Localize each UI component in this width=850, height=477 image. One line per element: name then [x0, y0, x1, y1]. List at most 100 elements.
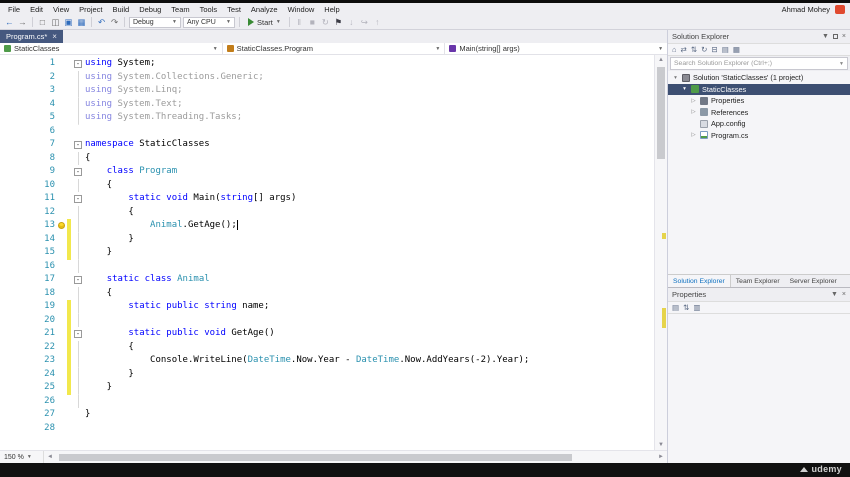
code-line-15[interactable]: 15 }	[0, 246, 654, 260]
panel-tab-server-explorer[interactable]: Server Explorer	[785, 275, 842, 287]
code-line-3[interactable]: 3 using System.Linq;	[0, 84, 654, 98]
type-dropdown[interactable]: StaticClasses.Program ▼	[223, 43, 446, 54]
undo-icon[interactable]: ↶	[96, 16, 107, 28]
horizontal-scrollbar[interactable]	[57, 453, 654, 462]
zoom-control[interactable]: 150 % ▼	[0, 451, 44, 463]
chevron-down-icon[interactable]: ▼	[831, 291, 838, 298]
quick-action-lightbulb-icon[interactable]	[58, 222, 65, 230]
platform-dropdown[interactable]: Any CPU ▼	[183, 16, 235, 28]
tree-item-program-cs[interactable]: ▷ Program.cs	[668, 130, 850, 142]
user-avatar-icon[interactable]	[835, 4, 845, 14]
expander-icon[interactable]: ▾	[672, 75, 679, 81]
horizontal-scrollbar-thumb[interactable]	[59, 453, 573, 461]
restart-icon[interactable]: ↻	[320, 16, 331, 28]
expander-icon[interactable]: ▷	[690, 132, 697, 138]
code-line-14[interactable]: 14 }	[0, 232, 654, 246]
expander-icon[interactable]: ▾	[681, 86, 688, 92]
stop-icon[interactable]: ■	[307, 16, 318, 28]
close-icon[interactable]: ×	[842, 291, 846, 298]
collapse-all-icon[interactable]: ⊟	[711, 46, 717, 54]
tree-item-app-config[interactable]: App.config	[668, 118, 850, 130]
new-project-icon[interactable]: □	[37, 16, 48, 28]
code-line-24[interactable]: 24 }	[0, 367, 654, 381]
open-file-icon[interactable]: ◫	[50, 16, 61, 28]
scroll-up-icon[interactable]: ▲	[658, 55, 664, 65]
view-properties-icon[interactable]: ▦	[733, 46, 740, 54]
code-line-2[interactable]: 2 using System.Collections.Generic;	[0, 70, 654, 84]
code-line-5[interactable]: 5 using System.Threading.Tasks;	[0, 111, 654, 125]
code-line-27[interactable]: 27}	[0, 408, 654, 422]
tree-item-solution-staticclasses-1-project[interactable]: ▾ Solution 'StaticClasses' (1 project)	[668, 72, 850, 84]
debug-configuration-dropdown[interactable]: Debug ▼	[129, 16, 181, 28]
code-line-6[interactable]: 6	[0, 125, 654, 139]
tree-item-references[interactable]: ▷ References	[668, 107, 850, 119]
code-line-4[interactable]: 4 using System.Text;	[0, 97, 654, 111]
search-input[interactable]: Search Solution Explorer (Ctrl+;) ▼	[670, 57, 848, 70]
code-area[interactable]: 1- using System; 2 using System.Collections…	[0, 55, 654, 450]
back-icon[interactable]: ←	[4, 16, 15, 28]
forward-icon[interactable]: →	[17, 16, 28, 28]
switch-views-icon[interactable]: ⇄	[681, 46, 687, 54]
categorized-icon[interactable]: ▤	[672, 304, 679, 312]
code-line-17[interactable]: 17 - static class Animal	[0, 273, 654, 287]
tab-program-cs[interactable]: Program.cs* ×	[0, 30, 63, 43]
step-over-icon[interactable]: ↪	[359, 16, 370, 28]
pin-icon[interactable]	[832, 34, 838, 39]
collapse-region-icon[interactable]: -	[74, 275, 82, 284]
menu-team[interactable]: Team	[166, 5, 194, 14]
tree-item-properties[interactable]: ▷ Properties	[668, 95, 850, 107]
menu-test[interactable]: Test	[222, 5, 246, 14]
show-all-files-icon[interactable]: ▤	[722, 46, 729, 54]
start-debugging-button[interactable]: Start ▼	[244, 16, 285, 28]
step-out-icon[interactable]: ↑	[372, 16, 383, 28]
menu-debug[interactable]: Debug	[134, 5, 166, 14]
scroll-left-icon[interactable]: ◄	[44, 454, 56, 460]
redo-icon[interactable]: ↷	[109, 16, 120, 28]
code-line-28[interactable]: 28	[0, 422, 654, 436]
menu-project[interactable]: Project	[74, 5, 107, 14]
code-line-18[interactable]: 18 {	[0, 286, 654, 300]
panel-tab-team-explorer[interactable]: Team Explorer	[731, 275, 785, 287]
scroll-down-icon[interactable]: ▼	[658, 440, 664, 450]
code-line-23[interactable]: 23 Console.WriteLine(DateTime.Now.Year -…	[0, 354, 654, 368]
panel-tab-solution-explorer[interactable]: Solution Explorer	[668, 275, 731, 287]
code-line-16[interactable]: 16	[0, 259, 654, 273]
menu-help[interactable]: Help	[319, 5, 344, 14]
code-line-10[interactable]: 10 {	[0, 178, 654, 192]
collapse-region-icon[interactable]: -	[74, 329, 82, 338]
save-icon[interactable]: ▣	[63, 16, 74, 28]
project-dropdown[interactable]: StaticClasses ▼	[0, 43, 223, 54]
code-line-25[interactable]: 25 }	[0, 381, 654, 395]
collapse-region-icon[interactable]: -	[74, 167, 82, 176]
flag-icon[interactable]: ⚑	[333, 16, 344, 28]
sync-with-active-document-icon[interactable]: ⇅	[691, 46, 697, 54]
menu-build[interactable]: Build	[108, 5, 135, 14]
vertical-scrollbar[interactable]: ▲ ▼	[654, 55, 667, 450]
expander-icon[interactable]: ▷	[690, 109, 697, 115]
code-line-7[interactable]: 7 - namespace StaticClasses	[0, 138, 654, 152]
tree-item-staticclasses[interactable]: ▾ StaticClasses	[668, 83, 850, 95]
code-line-20[interactable]: 20	[0, 313, 654, 327]
property-pages-icon[interactable]: ▥	[693, 304, 700, 312]
vertical-scrollbar-thumb[interactable]	[657, 67, 665, 159]
code-line-19[interactable]: 19 static public string name;	[0, 300, 654, 314]
code-line-21[interactable]: 21 - static public void GetAge()	[0, 327, 654, 341]
expander-icon[interactable]: ▷	[690, 98, 697, 104]
code-line-26[interactable]: 26	[0, 394, 654, 408]
pause-icon[interactable]: ‖	[294, 16, 305, 28]
menu-window[interactable]: Window	[283, 5, 320, 14]
home-icon[interactable]: ⌂	[672, 46, 677, 54]
code-line-12[interactable]: 12 {	[0, 205, 654, 219]
close-icon[interactable]: ×	[52, 32, 57, 41]
scroll-right-icon[interactable]: ►	[655, 454, 667, 460]
code-line-8[interactable]: 8{	[0, 151, 654, 165]
collapse-region-icon[interactable]: -	[74, 140, 82, 149]
step-into-icon[interactable]: ↓	[346, 16, 357, 28]
member-dropdown[interactable]: Main(string[] args) ▼	[445, 43, 667, 54]
code-line-13[interactable]: 13 Animal.GetAge();	[0, 219, 654, 233]
menu-view[interactable]: View	[48, 5, 74, 14]
chevron-down-icon[interactable]: ▼	[822, 33, 829, 40]
collapse-region-icon[interactable]: -	[74, 194, 82, 203]
collapse-region-icon[interactable]: -	[74, 59, 82, 68]
code-line-9[interactable]: 9 - class Program	[0, 165, 654, 179]
